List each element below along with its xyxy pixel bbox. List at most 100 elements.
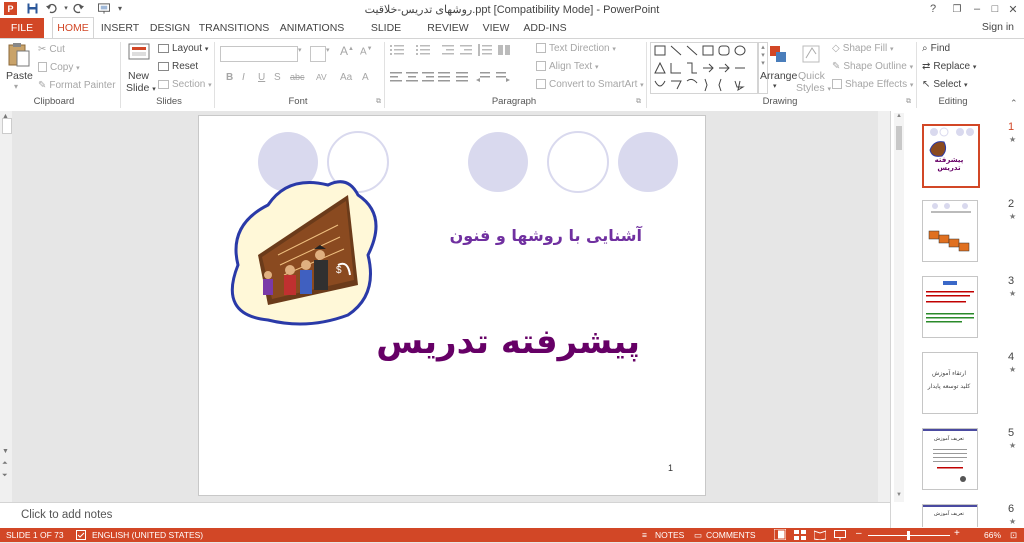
- tab-file[interactable]: FILE: [0, 18, 44, 38]
- notes-placeholder[interactable]: Click to add notes: [21, 509, 112, 521]
- select-button[interactable]: ↖ Select ▾: [922, 79, 967, 90]
- thumbnails-scrollbar[interactable]: [894, 113, 904, 502]
- tab-view[interactable]: VIEW: [478, 18, 514, 38]
- close-icon[interactable]: ✕: [1002, 1, 1024, 17]
- notes-pane[interactable]: [0, 502, 890, 529]
- thumbnail-slide-3[interactable]: [922, 276, 978, 338]
- language-status[interactable]: ENGLISH (UNITED STATES): [92, 530, 203, 540]
- strikethrough-button[interactable]: abc: [290, 72, 305, 82]
- slide-count-status[interactable]: SLIDE 1 OF 73: [6, 530, 64, 540]
- text-shadow-button[interactable]: S: [274, 72, 281, 83]
- spelling-check-icon[interactable]: [76, 530, 86, 542]
- zoom-slider-thumb[interactable]: [907, 531, 910, 540]
- cut-button[interactable]: ✂ Cut: [38, 44, 65, 55]
- arrange-button[interactable]: Arrange: [760, 70, 797, 82]
- next-slide-icon[interactable]: ⏷: [2, 472, 8, 480]
- scroll-down-arrow-icon[interactable]: ▼: [2, 448, 9, 455]
- increase-indent-icon[interactable]: [460, 44, 474, 59]
- tab-add-ins[interactable]: ADD-INS: [520, 18, 570, 38]
- tab-insert[interactable]: INSERT: [98, 18, 142, 38]
- comments-button[interactable]: COMMENTS: [706, 530, 756, 540]
- new-slide-button[interactable]: Slide ▾: [126, 82, 156, 94]
- reset-button[interactable]: Reset: [158, 61, 198, 72]
- font-color-button[interactable]: A: [362, 72, 369, 83]
- distributed-icon[interactable]: [456, 72, 468, 85]
- character-spacing-button[interactable]: AV: [316, 72, 327, 82]
- format-painter-button[interactable]: ✎ Format Painter: [38, 80, 116, 91]
- zoom-out-button[interactable]: –: [856, 528, 862, 539]
- slide-title[interactable]: پیشرفته تدریس: [340, 322, 640, 362]
- font-dialog-launcher-icon[interactable]: ⧉: [376, 98, 381, 106]
- replace-button[interactable]: ⇄ Replace ▾: [922, 61, 976, 72]
- new-slide-icon[interactable]: [128, 43, 150, 69]
- tab-design[interactable]: DESIGN: [148, 18, 192, 38]
- copy-button[interactable]: Copy ▾: [38, 62, 80, 73]
- slide-show-view-icon[interactable]: [834, 530, 846, 543]
- quick-styles-icon[interactable]: [800, 44, 820, 66]
- numbering-icon[interactable]: [416, 44, 436, 59]
- reading-view-icon[interactable]: [813, 530, 827, 543]
- paste-dropdown-icon[interactable]: ▾: [14, 82, 18, 91]
- quick-styles-button[interactable]: Styles ▾: [796, 82, 831, 94]
- align-right-icon[interactable]: [422, 72, 434, 85]
- decrease-indent-icon[interactable]: [442, 44, 456, 59]
- arrange-icon[interactable]: [768, 44, 788, 66]
- tab-slide-show[interactable]: SLIDE SHOW: [354, 18, 418, 54]
- slide-subtitle[interactable]: آشنایی با روشها و فنون: [420, 226, 642, 245]
- tab-transitions[interactable]: TRANSITIONS: [198, 18, 270, 38]
- shapes-gallery[interactable]: [650, 42, 758, 94]
- arrange-dropdown-icon[interactable]: ▾: [773, 82, 777, 90]
- tab-home[interactable]: HOME: [52, 17, 94, 38]
- previous-slide-icon[interactable]: ⏶: [2, 460, 8, 468]
- notes-toggle-icon[interactable]: ≡: [642, 530, 647, 540]
- layout-button[interactable]: Layout ▾: [158, 43, 208, 54]
- align-text-button[interactable]: Align Text ▾: [536, 61, 598, 72]
- comments-icon[interactable]: ▭: [694, 530, 702, 541]
- notes-toggle-button[interactable]: NOTES: [655, 530, 684, 540]
- help-icon[interactable]: ?: [922, 1, 944, 17]
- tab-review[interactable]: REVIEW: [424, 18, 472, 38]
- rtl-icon[interactable]: [476, 72, 490, 85]
- zoom-in-button[interactable]: +: [954, 528, 960, 539]
- thumbnails-scroll-thumb[interactable]: [896, 126, 902, 150]
- bullets-icon[interactable]: [390, 44, 410, 59]
- italic-button[interactable]: I: [242, 72, 245, 83]
- paste-icon[interactable]: [8, 42, 30, 68]
- font-size-dropdown-icon[interactable]: ▾: [326, 46, 330, 54]
- justify-icon[interactable]: [438, 72, 450, 85]
- bold-button[interactable]: B: [226, 72, 233, 83]
- drawing-dialog-launcher-icon[interactable]: ⧉: [906, 98, 911, 106]
- text-direction-button[interactable]: Text Direction ▾: [536, 43, 616, 54]
- paste-button[interactable]: Paste: [6, 70, 33, 82]
- tab-animations[interactable]: ANIMATIONS: [276, 18, 348, 38]
- increase-font-icon[interactable]: A▲: [340, 44, 354, 58]
- fit-slide-icon[interactable]: ⊡: [1010, 530, 1017, 541]
- thumbnails-scroll-down-icon[interactable]: ▼: [896, 492, 902, 498]
- columns-icon[interactable]: [498, 44, 512, 59]
- align-center-icon[interactable]: [406, 72, 418, 85]
- shape-outline-button[interactable]: ✎ Shape Outline ▾: [832, 61, 913, 72]
- ribbon-display-options-icon[interactable]: ❐: [946, 1, 968, 17]
- quick-styles-label-line1[interactable]: Quick: [798, 70, 825, 82]
- collapse-ribbon-icon[interactable]: ⌃: [1010, 98, 1018, 109]
- decrease-font-icon[interactable]: A▼: [360, 46, 373, 57]
- right-workspace-scrollbar[interactable]: [878, 111, 890, 502]
- left-scrollbar[interactable]: [0, 111, 12, 502]
- new-slide-label-line1[interactable]: New: [128, 70, 149, 82]
- shapes-gallery-more-icon[interactable]: ▴ ▾ ▾: [758, 42, 768, 94]
- section-button[interactable]: Section ▾: [158, 79, 212, 90]
- paragraph-dialog-launcher-icon[interactable]: ⧉: [636, 98, 641, 106]
- shape-fill-button[interactable]: ◇ Shape Fill ▾: [832, 43, 893, 54]
- convert-smartart-button[interactable]: Convert to SmartArt ▾: [536, 79, 644, 90]
- change-case-button[interactable]: Aa: [340, 72, 352, 83]
- scroll-thumb[interactable]: [2, 118, 12, 134]
- line-spacing-icon[interactable]: [478, 44, 492, 59]
- align-left-icon[interactable]: [390, 72, 402, 85]
- thumbnails-scroll-up-icon[interactable]: ▲: [896, 113, 902, 119]
- ltr-icon[interactable]: [496, 72, 510, 85]
- sign-in-link[interactable]: Sign in: [982, 21, 1014, 33]
- slide-sorter-view-icon[interactable]: [794, 530, 806, 543]
- font-size-combo[interactable]: [310, 46, 326, 62]
- find-button[interactable]: ⌕ Find: [922, 43, 950, 54]
- underline-button[interactable]: U: [258, 72, 265, 83]
